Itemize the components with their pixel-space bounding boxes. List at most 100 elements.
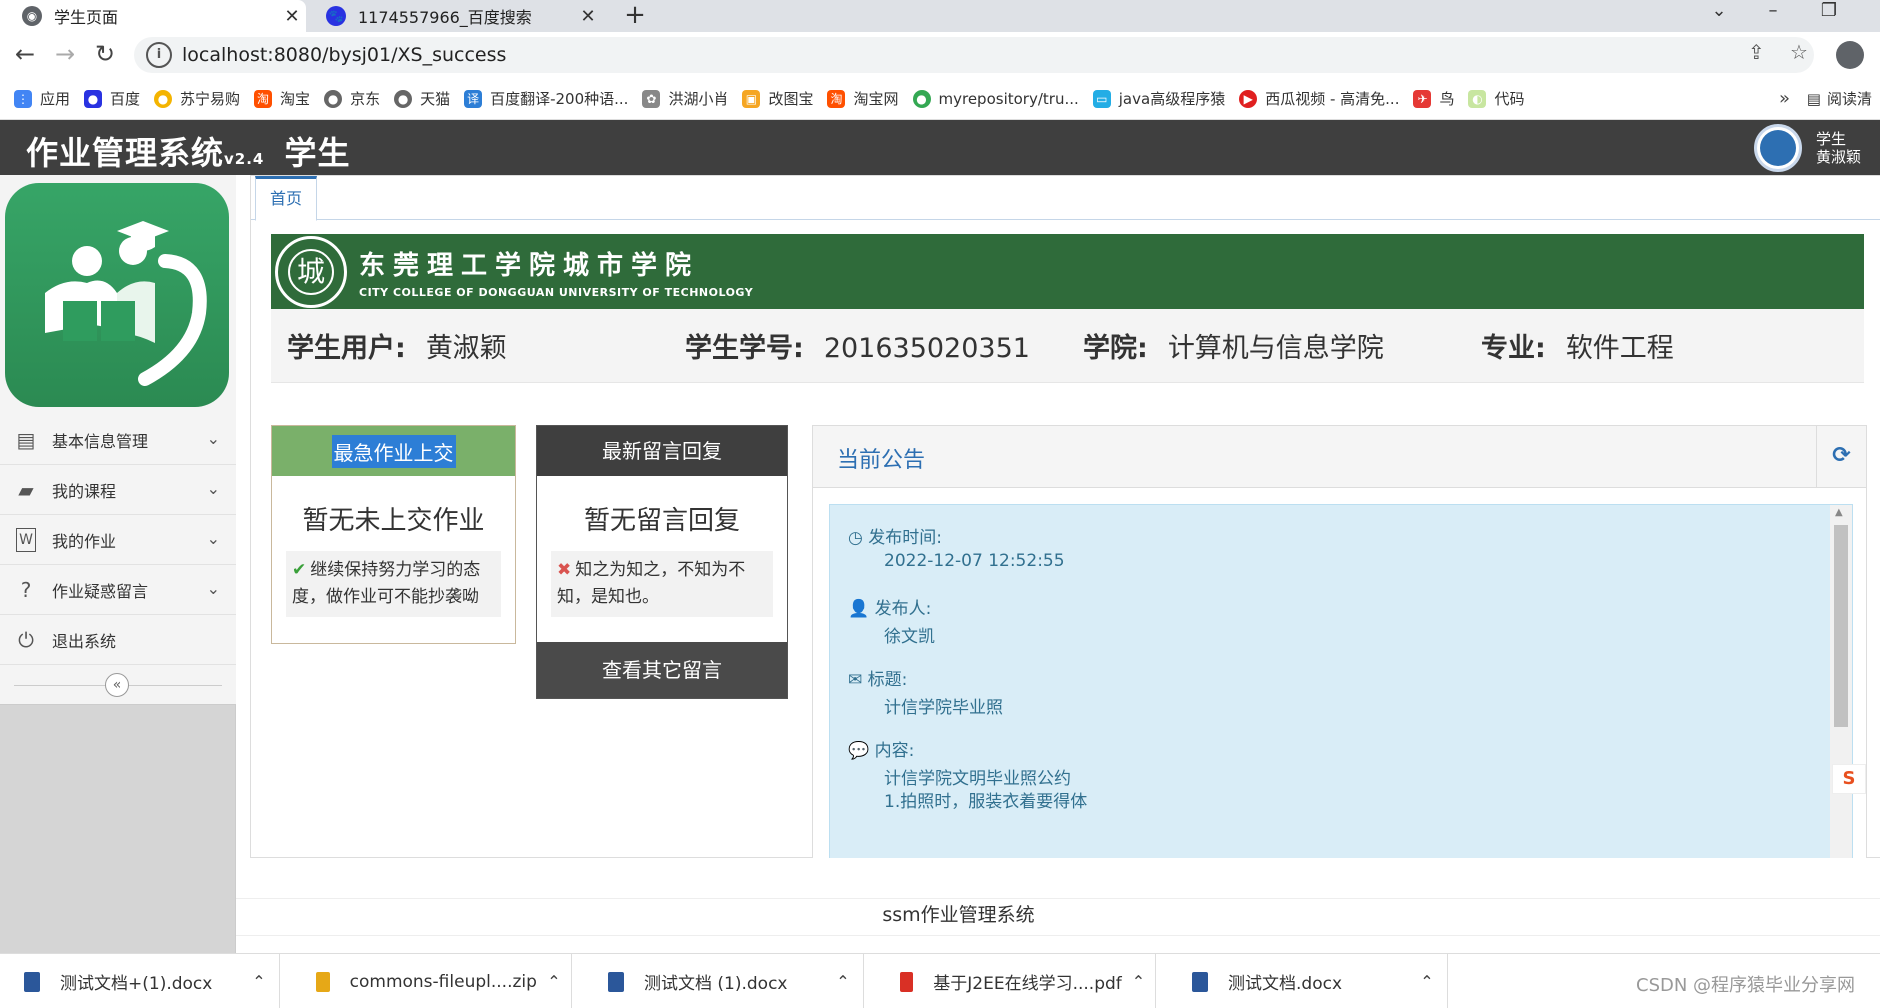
download-filename: 测试文档 (1).docx	[644, 974, 788, 994]
bookmark-item[interactable]: ● 京东	[324, 88, 380, 109]
bookmark-item[interactable]: ▶ 西瓜视频 - 高清免...	[1239, 88, 1399, 109]
user-menu[interactable]: 学生 黄淑颖	[1754, 124, 1861, 172]
notice-subject-label: ✉ 标题:	[848, 665, 907, 690]
url-input[interactable]	[182, 44, 1582, 66]
app-brand[interactable]: 作业管理系统v2.4 学生	[26, 128, 351, 174]
cross-icon: ✖	[557, 560, 572, 580]
chevron-up-icon[interactable]: ⌃	[1122, 972, 1155, 991]
bookmark-item[interactable]: 译百度翻译-200种语...	[464, 88, 628, 109]
tab-search-button[interactable]: ⌄	[1696, 0, 1742, 28]
message-text: 继续保持努力学习的态度，做作业可不能抄袭呦	[292, 560, 481, 607]
download-item[interactable]: 测试文档 (1).docx ⌃	[584, 954, 864, 1008]
label: 学生学号:	[685, 333, 804, 364]
chevron-down-icon: ⌄	[206, 579, 220, 598]
browser-tab-baidu[interactable]: 🐾 1174557966_百度搜索 ✕	[312, 0, 602, 32]
chevron-up-icon[interactable]: ⌃	[537, 972, 571, 991]
bookmark-item[interactable]: 淘淘宝	[254, 88, 310, 109]
download-filename: 基于J2EE在线学习....pdf	[933, 974, 1122, 994]
bookmark-item[interactable]: ✈ 鸟	[1413, 88, 1454, 109]
scrollbar-thumb[interactable]	[1834, 525, 1848, 727]
bookmark-item[interactable]: ⋮ 应用	[14, 88, 70, 109]
profile-avatar[interactable]	[1836, 41, 1864, 69]
bookmark-label: 西瓜视频 - 高清免...	[1265, 90, 1400, 108]
reading-list-button[interactable]: ▤ 阅读清	[1807, 88, 1872, 109]
star-icon[interactable]: ☆	[1790, 40, 1808, 64]
bookmark-label: java高级程序猿	[1118, 90, 1226, 108]
label: 内容:	[874, 741, 915, 761]
browser-tab-student-page[interactable]: ◉ 学生页面 ✕	[0, 0, 306, 32]
chevron-up-icon[interactable]: ⌃	[1407, 972, 1447, 991]
new-tab-button[interactable]: +	[620, 0, 650, 32]
college-seal-icon: 城	[275, 235, 347, 308]
question-circle-icon: ?	[20, 577, 32, 602]
bookmark-item[interactable]: ◐ 代码	[1468, 88, 1525, 109]
comment-icon: 💬	[848, 741, 875, 761]
bookmark-item[interactable]: ▣ 改图宝	[742, 88, 813, 109]
sidebar: ▤ 基本信息管理 ⌄ ▰ 我的课程 ⌄ W 我的作业 ⌄ ? 作业疑惑留言 ⌄ …	[0, 175, 236, 953]
bird-icon: ✈	[1413, 89, 1432, 108]
sidebar-item-label: 我的作业	[52, 531, 117, 551]
browser-tab-strip: ◉ 学生页面 ✕ 🐾 1174557966_百度搜索 ✕ + ⌄ – ❐	[0, 0, 1880, 32]
word-file-icon	[608, 971, 624, 992]
notice-scrollbar[interactable]: ▲	[1830, 505, 1852, 860]
chevron-up-icon[interactable]: ⌃	[239, 972, 279, 991]
taobao-icon: 淘	[254, 89, 273, 108]
refresh-icon[interactable]: ⟳	[1816, 426, 1866, 488]
share-icon[interactable]: ⇪	[1748, 40, 1765, 64]
banner-text: 东莞理工学院城市学院 CITY COLLEGE OF DONGGUAN UNIV…	[359, 245, 753, 299]
notice-title: 当前公告	[837, 448, 926, 473]
reload-button[interactable]: ↻	[90, 40, 120, 70]
bookmark-label: 百度	[110, 90, 141, 108]
bookmark-item[interactable]: ● myrepository/tru...	[912, 89, 1079, 108]
sidebar-item-label: 我的课程	[52, 481, 117, 501]
scroll-up-icon[interactable]: ▲	[1835, 507, 1843, 518]
download-item[interactable]: 基于J2EE在线学习....pdf ⌃	[876, 954, 1156, 1008]
tab-title: 学生页面	[54, 8, 119, 27]
minimize-button[interactable]: –	[1750, 0, 1796, 28]
download-item[interactable]: 测试文档.docx ⌃	[1168, 954, 1448, 1008]
sidebar-item-logout[interactable]: ⏻ 退出系统	[0, 615, 236, 665]
bookmark-item[interactable]: ● 天猫	[394, 88, 450, 109]
bookmarks-bar: ⋮ 应用 ● 百度 ● 苏宁易购 淘淘宝 ● 京东 ● 天猫 译百度翻译-200种语...…	[0, 78, 1880, 120]
zip-file-icon	[316, 971, 330, 992]
bookmark-label: 淘宝网	[853, 90, 899, 108]
sidebar-item-basic-info[interactable]: ▤ 基本信息管理 ⌄	[0, 415, 236, 465]
sidebar-item-label: 退出系统	[52, 631, 117, 651]
close-icon[interactable]: ✕	[278, 6, 306, 27]
bookmarks-more-button[interactable]: »	[1779, 88, 1790, 109]
notice-time-value: 2022-12-07 12:52:55	[884, 551, 1065, 571]
view-other-messages-button[interactable]: 查看其它留言	[537, 642, 787, 698]
bookmark-item[interactable]: ● 苏宁易购	[154, 88, 240, 109]
avatar	[1754, 124, 1802, 172]
sogou-input-icon[interactable]: S	[1832, 764, 1866, 794]
collapse-sidebar-button[interactable]: «	[105, 673, 129, 697]
download-item[interactable]: 测试文档+(1).docx ⌃	[0, 954, 280, 1008]
restore-button[interactable]: ❐	[1806, 0, 1852, 28]
label: 学生用户:	[287, 333, 406, 364]
user-name: 黄淑颖	[1816, 148, 1862, 166]
download-item[interactable]: commons-fileupl....zip ⌃	[292, 954, 572, 1008]
card-header: 最急作业上交	[272, 426, 515, 476]
card-title[interactable]: 最急作业上交	[331, 434, 456, 468]
value: 计算机与信息学院	[1167, 333, 1384, 364]
notice-body[interactable]: ◷ 发布时间: 2022-12-07 12:52:55 👤 发布人: 徐文凯 ✉…	[829, 504, 1853, 860]
sidebar-item-questions[interactable]: ? 作业疑惑留言 ⌄	[0, 565, 236, 615]
bookmark-item[interactable]: ✿ 洪湖小肖	[642, 88, 728, 109]
bookmark-item[interactable]: ● 百度	[84, 88, 140, 109]
sidebar-item-my-homework[interactable]: W 我的作业 ⌄	[0, 515, 236, 565]
sidebar-item-my-courses[interactable]: ▰ 我的课程 ⌄	[0, 465, 236, 515]
browser-toolbar: ← → ↻ i ⇪ ☆	[0, 32, 1880, 78]
tab-home[interactable]: 首页	[255, 176, 317, 221]
bookmark-item[interactable]: ▭ java高级程序猿	[1092, 88, 1226, 109]
user-icon: 👤	[848, 599, 875, 619]
forward-button[interactable]: →	[50, 40, 80, 70]
sidebar-collapse-row: «	[0, 665, 236, 705]
chevron-up-icon[interactable]: ⌃	[823, 972, 863, 991]
bookmark-item[interactable]: 淘淘宝网	[827, 88, 899, 109]
user-info: 学生 黄淑颖	[1816, 130, 1861, 166]
back-button[interactable]: ←	[10, 40, 40, 70]
close-icon[interactable]: ✕	[574, 6, 602, 27]
address-bar[interactable]: i	[134, 37, 1814, 73]
info-icon[interactable]: i	[146, 42, 172, 68]
university-emblem-icon	[1760, 130, 1796, 166]
